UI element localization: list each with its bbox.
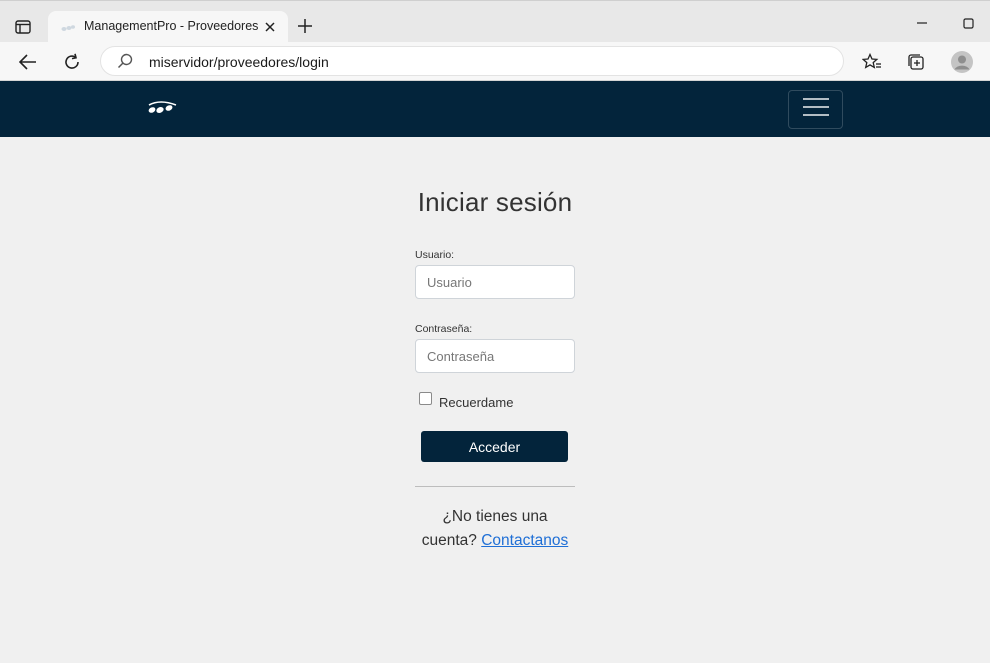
password-input[interactable] [415, 339, 575, 373]
remember-label: Recuerdame [439, 395, 514, 410]
browser-tab[interactable]: ManagementPro - Proveedores [48, 11, 288, 43]
remember-checkbox[interactable] [419, 392, 432, 405]
page-title: Iniciar sesión [417, 187, 573, 217]
browser-tab-bar: ManagementPro - Proveedores [0, 0, 990, 43]
tab-title: ManagementPro - Proveedores [84, 19, 259, 33]
minimize-icon[interactable] [912, 13, 932, 33]
url-text[interactable]: miservidor/proveedores/login [149, 54, 329, 70]
search-icon [117, 53, 135, 71]
password-label: Contraseña: [415, 323, 473, 335]
reload-icon[interactable] [58, 48, 86, 76]
remember-me[interactable]: Recuerdame [419, 392, 513, 410]
divider [415, 486, 575, 487]
back-arrow-icon[interactable] [14, 48, 42, 76]
close-icon[interactable] [260, 17, 280, 37]
contact-link[interactable]: Contactanos [481, 532, 568, 549]
maximize-icon[interactable] [958, 13, 978, 33]
signup-prompt: ¿No tienes una cuenta? Contactanos [415, 505, 575, 553]
address-bar[interactable]: miservidor/proveedores/login [100, 46, 844, 76]
collections-icon[interactable] [902, 48, 930, 76]
browser-toolbar: miservidor/proveedores/login [0, 42, 990, 81]
tab-actions-icon[interactable] [10, 15, 36, 39]
star-list-icon[interactable] [858, 48, 886, 76]
username-input[interactable] [415, 265, 575, 299]
hamburger-menu-button[interactable] [788, 90, 843, 129]
plus-icon[interactable] [294, 15, 316, 37]
username-label: Usuario: [415, 249, 455, 261]
site-favicon-icon [60, 21, 76, 33]
submit-button[interactable]: Acceder [421, 431, 568, 462]
avatar-icon[interactable] [948, 48, 976, 76]
login-page: Iniciar sesión Usuario: Contraseña: Recu… [0, 137, 990, 663]
hamburger-icon [802, 97, 829, 122]
site-navbar [0, 81, 990, 137]
brand-logo-icon[interactable] [146, 99, 178, 117]
